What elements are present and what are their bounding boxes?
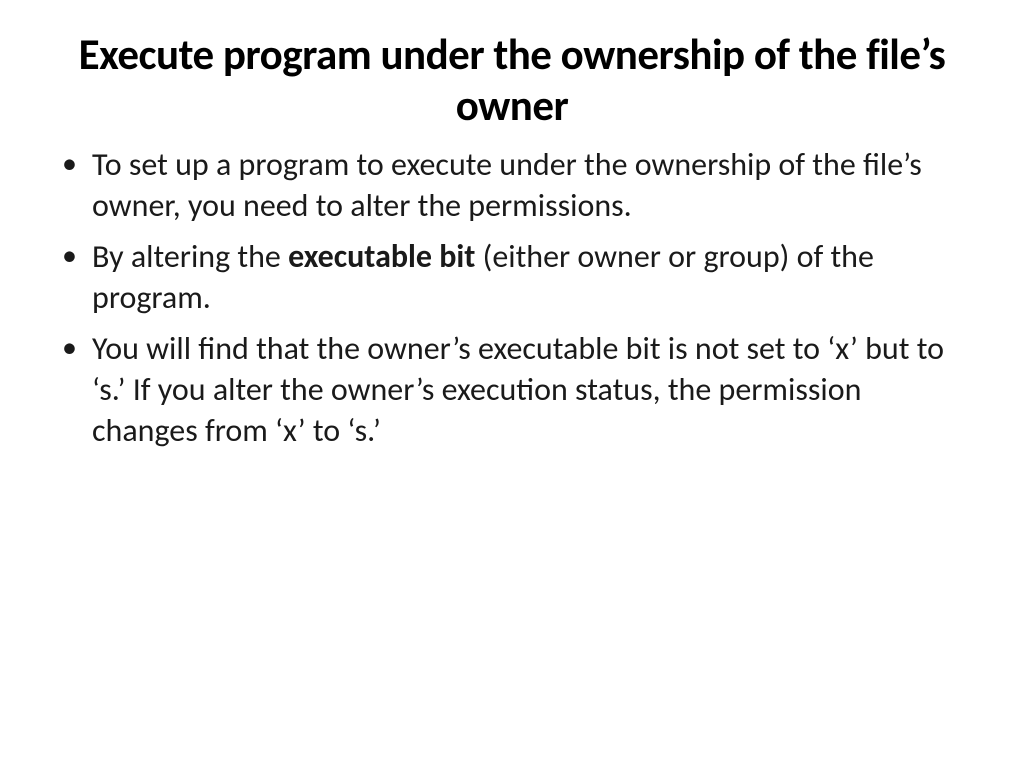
- list-item: You will find that the owner’s executabl…: [50, 329, 974, 452]
- list-item: To set up a program to execute under the…: [50, 145, 974, 227]
- bullet-text-pre: You will find that the owner’s executabl…: [92, 329, 944, 450]
- bullet-text-pre: To set up a program to execute under the…: [92, 145, 922, 225]
- bullet-text-bold: executable bit: [288, 237, 475, 276]
- list-item: By altering the executable bit (either o…: [50, 237, 974, 319]
- bullet-text-pre: By altering the: [92, 237, 288, 276]
- bullet-list: To set up a program to execute under the…: [50, 145, 974, 452]
- slide-title: Execute program under the ownership of t…: [50, 30, 974, 131]
